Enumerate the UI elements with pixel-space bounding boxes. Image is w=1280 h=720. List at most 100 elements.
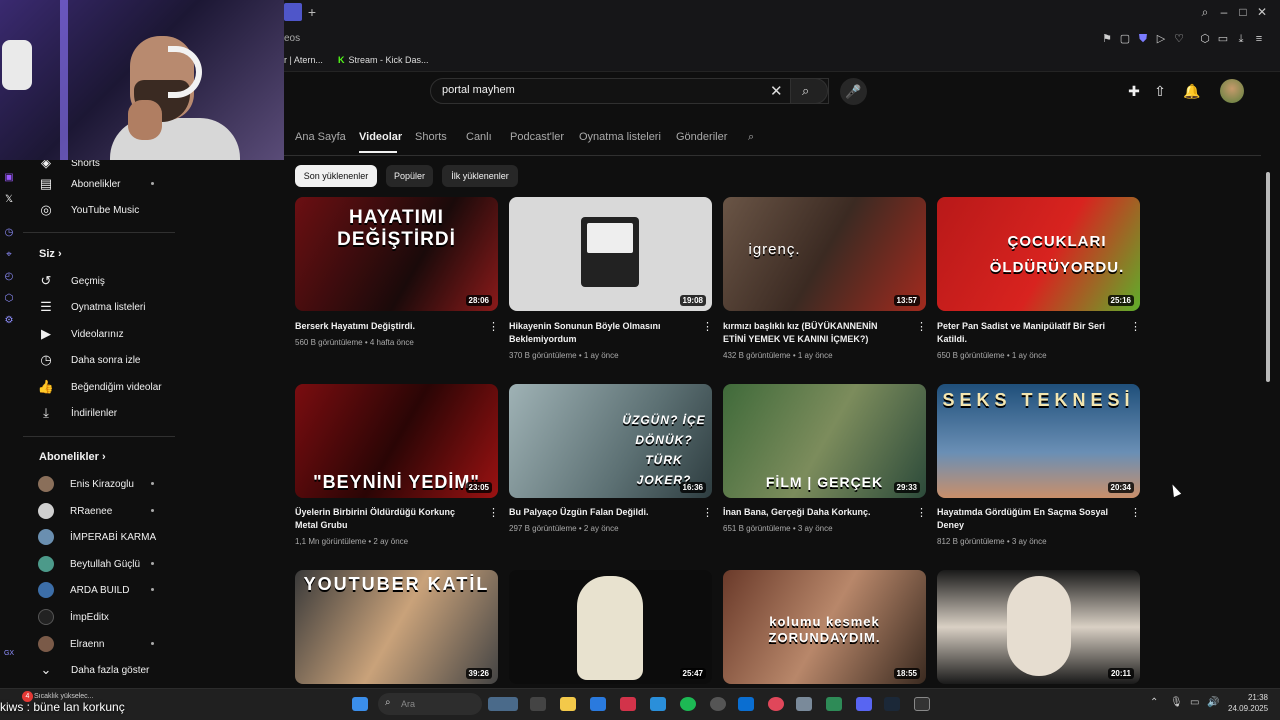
show-more-button[interactable]: ⌄ Daha fazla göster [23,657,175,683]
video-thumbnail[interactable]: "BEYNİNİ YEDİM" 23:05 [295,384,498,498]
chip-latest[interactable]: Son yüklenenler [295,165,377,187]
address-bar-fragment[interactable]: eos [284,33,300,44]
tab-home[interactable]: Ana Sayfa [295,131,346,143]
more-options-icon[interactable]: ⋮ [1130,506,1141,520]
video-thumbnail[interactable]: YOUTUBER KATİL 39:26 [295,570,498,684]
video-title[interactable]: Hikayenin Sonunun Böyle Olmasını Beklemi… [509,320,689,346]
tab-playlists[interactable]: Oynatma listeleri [579,131,661,143]
x-icon[interactable]: 𝕏 [3,194,15,206]
bookmark-aternos[interactable]: r | Atern... [284,55,323,65]
sidebar-item-liked-videos[interactable]: 👍 Beğendiğim videolar [23,374,175,400]
mic-tray-icon[interactable]: 🎙 [1170,697,1183,708]
cube-rail-icon[interactable]: ⬡ [3,293,15,305]
subscription-item[interactable]: RRaenee [23,498,175,524]
video-thumbnail[interactable]: 25:47 [509,570,712,684]
file-explorer-icon[interactable] [560,697,576,711]
steam-icon[interactable] [884,697,900,711]
task-view-icon[interactable] [530,697,546,711]
video-title[interactable]: Üyelerin Birbirini Öldürdüğü Korkunç Met… [295,506,475,532]
pin-rail-icon[interactable]: ⌖ [3,249,15,261]
twitch-icon[interactable]: ▣ [3,172,15,184]
more-options-icon[interactable]: ⋮ [488,506,499,520]
search-query[interactable]: portal mayhem [442,84,515,96]
subscription-item[interactable]: Beytullah Güçlü [23,551,175,577]
extensions-icon[interactable]: ⬡ [1198,32,1212,46]
video-thumbnail[interactable]: FİLM | GERÇEK 29:33 [723,384,926,498]
video-thumbnail[interactable]: igrenç. 13:57 [723,197,926,311]
chevron-up-icon[interactable]: ⌃ [1150,697,1158,708]
bookmark-star-icon[interactable]: ⚑ [1100,32,1114,46]
subscription-item[interactable]: Enis Kirazoglu [23,471,175,497]
subscriptions-heading[interactable]: Abonelikler › [39,451,106,463]
video-title[interactable]: kırmızı başlıklı kız (BÜYÜKANNENİN ETİNİ… [723,320,903,346]
taskbar-search[interactable] [378,693,482,715]
clock-rail-icon[interactable]: ◴ [3,271,15,283]
subscription-item[interactable]: Elraenn [23,631,175,657]
sidebar-item-your-videos[interactable]: ▶ Videolarınız [23,321,175,347]
subscription-item[interactable]: İmpEditx [23,604,175,630]
bookmark-kick-dashboard[interactable]: K Stream - Kick Das... [338,55,429,65]
sidebar-item-playlists[interactable]: ☰ Oynatma listeleri [23,294,175,320]
settings-icon[interactable] [796,697,812,711]
clock-date[interactable]: 24.09.2025 [1228,704,1268,713]
settings-rail-icon[interactable]: ⚙ [3,315,15,327]
tab-posts[interactable]: Gönderiler [676,131,727,143]
more-options-icon[interactable]: ⋮ [1130,320,1141,334]
scrollbar-thumb[interactable] [1266,172,1270,382]
voice-search-button[interactable]: 🎤 [840,78,867,105]
opera-gx-icon[interactable] [768,697,784,711]
more-options-icon[interactable]: ⋮ [702,506,713,520]
video-thumbnail[interactable]: 19:08 [509,197,712,311]
volume-icon[interactable]: 🔊 [1207,697,1219,708]
widgets-icon[interactable] [488,697,518,711]
profile-avatar[interactable] [1220,79,1244,103]
wallet-icon[interactable]: ▭ [1216,32,1230,46]
outlook-icon[interactable] [738,697,754,711]
create-icon[interactable]: ✚ [1125,82,1143,100]
tab-live[interactable]: Canlı [466,131,492,143]
browser-search-icon[interactable]: ⌕ [1197,4,1213,20]
video-thumbnail[interactable]: SEKS TEKNESİ 20:34 [937,384,1140,498]
video-thumbnail[interactable]: ÇOCUKLARI ÖLDÜRÜYORDU. 25:16 [937,197,1140,311]
sidebar-item-history[interactable]: ↺ Geçmiş [23,268,175,294]
more-options-icon[interactable]: ⋮ [916,320,927,334]
browser-tab[interactable] [284,3,302,21]
video-title[interactable]: İnan Bana, Gerçeği Daha Korkunç. [723,506,903,519]
history-rail-icon[interactable]: ◷ [3,227,15,239]
video-thumbnail[interactable]: 20:11 [937,570,1140,684]
sidebar-item-watch-later[interactable]: ◷ Daha sonra izle [23,347,175,373]
chip-oldest[interactable]: İlk yüklenenler [442,165,518,187]
minimize-button[interactable]: – [1216,4,1232,20]
video-title[interactable]: Peter Pan Sadist ve Manipülatif Bir Seri… [937,320,1117,346]
app-icon[interactable] [710,697,726,711]
opera-icon[interactable] [620,697,636,711]
subscription-item[interactable]: ARDA BUILD [23,577,175,603]
more-options-icon[interactable]: ⋮ [702,320,713,334]
video-title[interactable]: Berserk Hayatımı Değiştirdi. [295,320,475,333]
upload-icon[interactable]: ⇧ [1151,82,1169,100]
tab-podcasts[interactable]: Podcast'ler [510,131,564,143]
edge-icon[interactable] [650,697,666,711]
video-title[interactable]: Bu Palyaço Üzgün Falan Değildi. [509,506,689,519]
store-icon[interactable] [590,697,606,711]
app-icon[interactable] [914,697,930,711]
shield-icon[interactable]: ⛊ [1136,32,1150,46]
tab-videos[interactable]: Videolar [359,131,402,143]
channel-search-icon[interactable]: ⌕ [748,131,754,144]
video-thumbnail[interactable]: kolumu kesmek ZORUNDAYDIM. 18:55 [723,570,926,684]
you-section-heading[interactable]: Siz › [39,248,62,260]
sidebar-item-downloads[interactable]: ⤓ İndirilenler [23,400,175,426]
bell-icon[interactable]: 🔔 [1183,82,1201,100]
video-title[interactable]: Hayatımda Gördüğüm En Saçma Sosyal Deney [937,506,1117,532]
more-options-icon[interactable]: ⋮ [916,506,927,520]
video-thumbnail[interactable]: ÜZGÜN? İÇE DÖNÜK? TÜRK JOKER? 16:36 [509,384,712,498]
clock-time[interactable]: 21:38 [1228,693,1268,702]
screenshot-icon[interactable]: ▢ [1118,32,1132,46]
more-options-icon[interactable]: ⋮ [488,320,499,334]
subscription-item[interactable]: İMPERABİ KARMA [23,524,175,550]
new-tab-button[interactable]: + [304,3,320,21]
network-icon[interactable]: ▭ [1190,697,1199,708]
close-button[interactable]: ✕ [1254,4,1270,20]
gx-icon[interactable]: GX [3,648,15,660]
spotify-icon[interactable] [680,697,696,711]
